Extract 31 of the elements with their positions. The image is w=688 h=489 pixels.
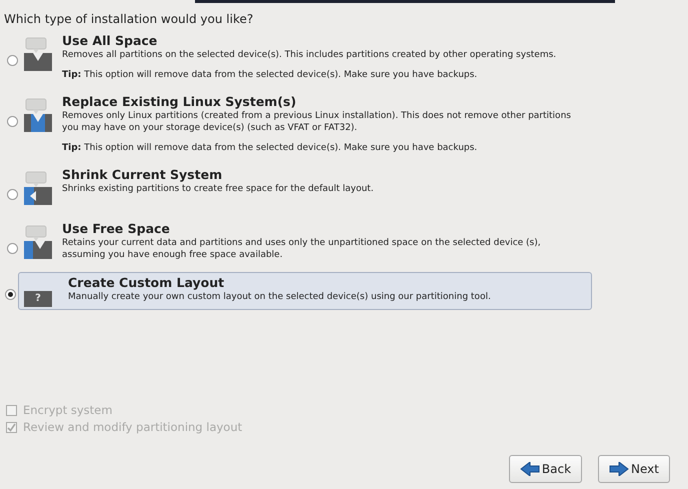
option-description: Shrinks existing partitions to create free space for the default layout. <box>62 183 375 195</box>
option-tip: Tip: This option will remove data from the selected device(s). Make sure you have backups. <box>62 70 478 80</box>
option-description: Manually create your own custom layout on the selected device(s) using our partitioning tool. <box>68 291 492 303</box>
option-title: Use Free Space <box>62 221 171 236</box>
option-title: Use All Space <box>62 33 158 48</box>
radio-button[interactable] <box>7 243 18 254</box>
option-row[interactable]: Use Free Space Retains your current data and partitions and uses only the unpartitioned space on the selected device (s), assuming you have enough free space available. <box>6 218 592 264</box>
option-description: Removes only Linux partitions (created from a previous Linux installation). This does not remove other partitions you may have on your storage device(s) (such as VFAT or FAT32). <box>62 110 572 134</box>
question-heading: Which type of installation would you like? <box>4 12 254 26</box>
disk-icon <box>22 98 54 134</box>
back-button[interactable]: Back <box>508 455 582 483</box>
disk-icon <box>22 37 54 73</box>
next-button[interactable]: Next <box>598 455 670 483</box>
option-tip: Tip: This option will remove data from the selected device(s). Make sure you have backups. <box>62 143 478 153</box>
disk-icon <box>22 225 54 261</box>
option-description: Retains your current data and partitions and uses only the unpartitioned space on the selected device (s), assuming you have enough free space available. <box>62 237 542 261</box>
radio-button[interactable] <box>7 116 18 127</box>
radio-button[interactable] <box>7 189 18 200</box>
disk-icon <box>22 171 54 207</box>
left-arrow-icon <box>520 462 540 476</box>
help-icon: ? <box>24 291 52 307</box>
option-title: Shrink Current System <box>62 167 224 182</box>
checkbox-label: Review and modify partitioning layout <box>23 420 242 434</box>
radio-button[interactable] <box>7 55 18 66</box>
option-title: Create Custom Layout <box>68 275 226 290</box>
radio-button[interactable] <box>5 289 16 300</box>
checkbox-label: Encrypt system <box>23 403 112 417</box>
option-title: Replace Existing Linux System(s) <box>62 94 298 109</box>
right-arrow-icon <box>609 462 630 476</box>
option-description: Removes all partitions on the selected device(s). This includes partitions created by other operating systems. <box>62 49 558 61</box>
option-row[interactable]: Shrink Current System Shrinks existing partitions to create free space for the default layout. <box>6 164 592 210</box>
